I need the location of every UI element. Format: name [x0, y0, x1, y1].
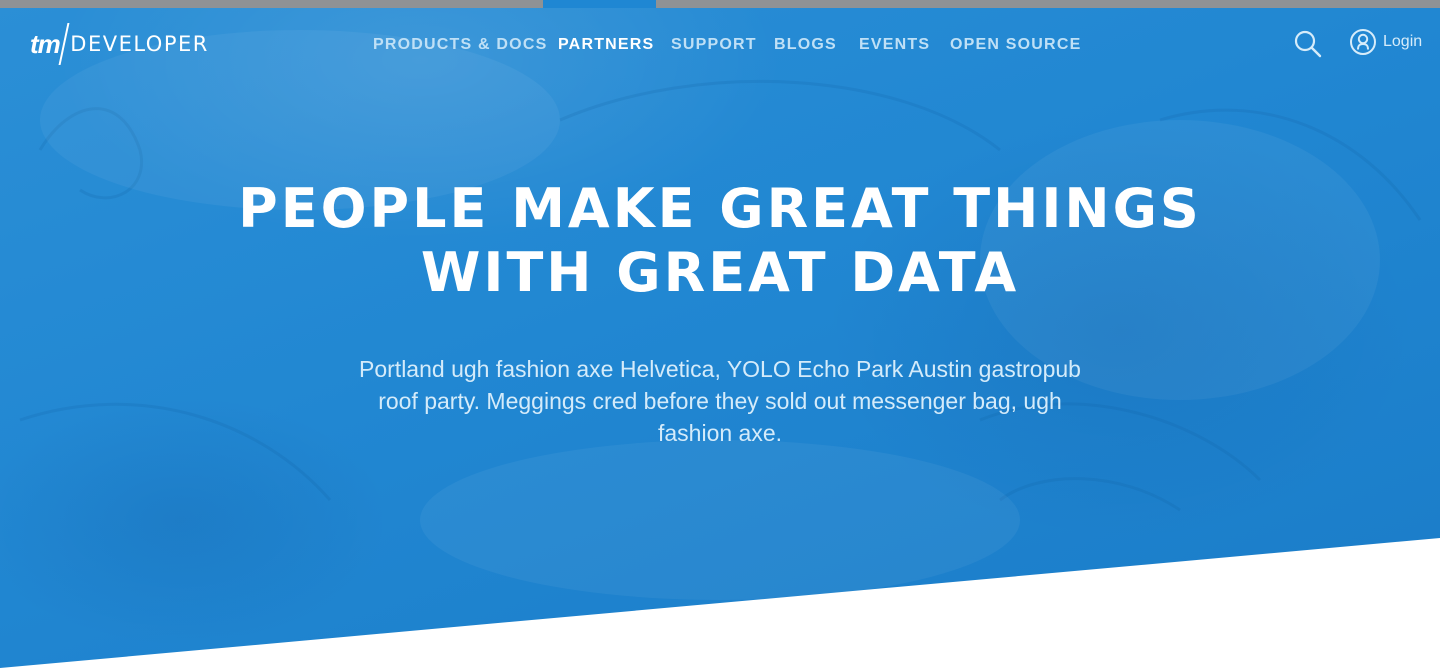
hero-headline-line-2: WITH GREAT DATA: [420, 241, 1020, 304]
nav-item-partners[interactable]: PARTNERS: [558, 36, 654, 54]
nav-item-open-source[interactable]: OPEN SOURCE: [950, 36, 1081, 54]
hero-subtext: Portland ugh fashion axe Helvetica, YOLO…: [359, 356, 1081, 446]
main-nav: PRODUCTS & DOCS PARTNERS SUPPORT BLOGS E…: [0, 36, 1440, 56]
hero-headline-line-1: PEOPLE MAKE GREAT THINGS: [238, 177, 1202, 240]
top-accent-bar-active-indicator: [543, 0, 656, 8]
nav-item-support[interactable]: SUPPORT: [671, 36, 757, 54]
nav-item-events[interactable]: EVENTS: [859, 36, 930, 54]
login-label: Login: [1383, 33, 1423, 50]
page: tm DEVELOPER PRODUCTS & DOCS PARTNERS SU…: [0, 0, 1440, 668]
hero-headline: PEOPLE MAKE GREAT THINGS WITH GREAT DATA: [0, 177, 1440, 305]
hero-background-image: [19, 30, 1422, 600]
user-circle-icon: [1350, 29, 1376, 55]
search-icon: [1294, 30, 1322, 58]
top-accent-bar: [0, 0, 1440, 8]
nav-item-products-docs[interactable]: PRODUCTS & DOCS: [373, 36, 547, 54]
login-button[interactable]: Login: [1349, 28, 1422, 56]
search-button[interactable]: [1293, 29, 1323, 59]
nav-item-blogs[interactable]: BLOGS: [774, 36, 837, 54]
hero-background: [0, 0, 1440, 668]
